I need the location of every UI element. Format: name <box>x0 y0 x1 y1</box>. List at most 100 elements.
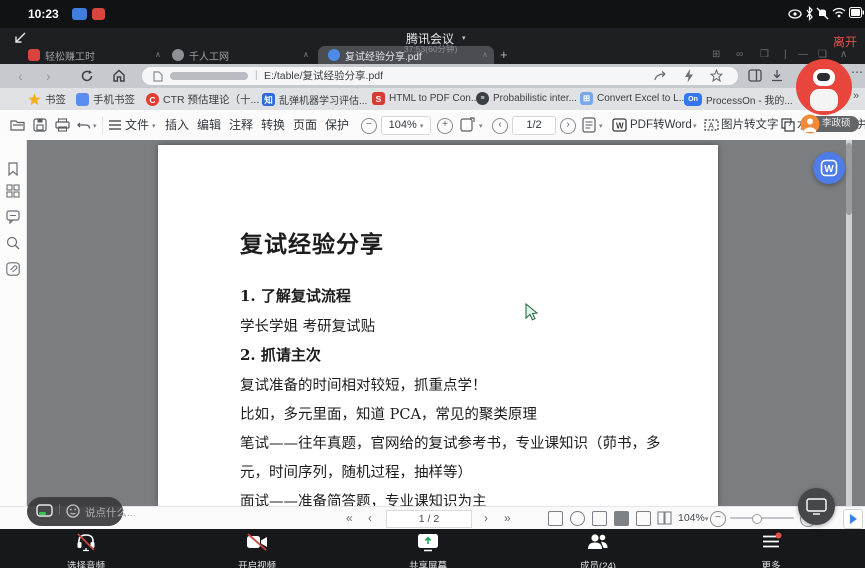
tab-split-icon[interactable]: ❐ <box>760 49 769 60</box>
download-icon[interactable] <box>770 69 784 83</box>
view-mode-icon[interactable] <box>582 117 596 133</box>
menu-file[interactable]: 文件 <box>125 110 149 140</box>
menu-edit[interactable]: 编辑 <box>197 110 221 140</box>
menu-insert[interactable]: 插入 <box>165 110 189 140</box>
actual-size-icon[interactable] <box>548 511 563 526</box>
fit-page-icon[interactable] <box>460 117 476 133</box>
pdf-to-word-icon: W <box>612 118 627 132</box>
search-panel-icon[interactable] <box>6 236 20 250</box>
tab-collapse-icon[interactable]: ∧ <box>840 49 847 60</box>
url-separator: | <box>255 67 258 85</box>
single-page-icon[interactable] <box>636 511 651 526</box>
floating-to-word-button[interactable]: W <box>813 152 845 184</box>
back-button[interactable]: ‹ <box>18 66 23 86</box>
meeting-chat-pill[interactable]: | 说点什么... <box>27 497 123 526</box>
bookmarks-bar: 书签 手机书签 C CTR 预估理论（十... 知 乱弹机器学习评估... S … <box>0 88 865 111</box>
browser-tab-1[interactable]: 轻松赚工时 <box>28 46 153 64</box>
next-page-button[interactable]: › <box>484 507 488 529</box>
thumbnails-panel-icon[interactable] <box>6 184 20 198</box>
url-field[interactable]: | E:/table/复试经验分享.pdf <box>142 67 738 85</box>
rotate-page-icon[interactable] <box>570 511 585 526</box>
prev-page-button[interactable]: ‹ <box>492 118 508 134</box>
emoji-icon[interactable] <box>66 504 80 518</box>
bookmark-item[interactable]: ≡ Probabilistic inter... <box>476 92 577 105</box>
print-icon[interactable] <box>55 118 70 132</box>
tab-loop-icon[interactable]: ∞ <box>736 49 743 60</box>
bookmark-item[interactable]: 知 乱弹机器学习评估... <box>262 92 367 107</box>
menu-comment[interactable]: 注释 <box>229 110 253 140</box>
menu-lines-icon <box>109 120 121 130</box>
avatar-visor <box>817 73 830 81</box>
browser-tab-2[interactable]: 千人工网 <box>172 46 300 64</box>
members-button[interactable]: 成员(24) <box>558 532 638 568</box>
bookmark-panel-icon[interactable] <box>6 162 20 176</box>
page-indicator[interactable]: 1 / 2 <box>386 510 472 528</box>
reading-mode-icon[interactable] <box>614 511 629 526</box>
menu-convert[interactable]: 转换 <box>261 110 285 140</box>
next-page-button[interactable]: › <box>560 118 576 134</box>
tab1-favicon <box>28 49 40 61</box>
last-page-button[interactable]: » <box>504 507 511 529</box>
file-icon <box>152 71 163 82</box>
bookmark-item[interactable]: 手机书签 <box>76 92 135 107</box>
menu-protect[interactable]: 保护 <box>325 110 349 140</box>
zoom-chevron-icon: ▾ <box>705 516 709 523</box>
zoom-level-box[interactable]: 104% ▾ <box>381 116 431 135</box>
undo-icon[interactable] <box>77 119 91 131</box>
zoom-slider-knob[interactable] <box>752 514 762 524</box>
zoom-out-button[interactable]: − <box>361 118 377 134</box>
phone-status-bar: 10:23 <box>0 0 865 28</box>
scrollbar-thumb[interactable] <box>846 143 852 215</box>
start-video-button[interactable]: 开启视频 <box>217 532 297 568</box>
sidebar-panel-icon[interactable] <box>748 69 762 83</box>
page-indicator-box[interactable]: 1/2 <box>512 116 556 135</box>
first-page-button[interactable]: « <box>346 507 353 529</box>
bookmarks-overflow-chevron[interactable]: » <box>853 90 859 102</box>
bookmark-star-icon[interactable] <box>710 69 723 82</box>
assistant-avatar[interactable] <box>796 59 852 115</box>
svg-text:W: W <box>824 164 834 175</box>
browser-menu-icon[interactable]: ⋯ <box>851 65 864 79</box>
reload-button[interactable] <box>80 69 94 83</box>
chat-divider: | <box>58 503 61 515</box>
zoom-out-button[interactable]: − <box>710 511 726 527</box>
bookmark-item[interactable]: C CTR 预估理论（十... <box>146 92 259 107</box>
new-tab-button[interactable]: + <box>500 47 508 62</box>
zoom-in-button[interactable]: + <box>437 118 453 134</box>
menu-file-chevron-icon: ▾ <box>152 122 156 130</box>
bluetooth-icon <box>805 6 814 21</box>
select-audio-button[interactable]: 选择音频 <box>46 532 126 568</box>
share-icon[interactable] <box>654 70 667 82</box>
cast-screen-button[interactable] <box>798 488 835 525</box>
save-icon[interactable] <box>33 118 47 132</box>
menu-page[interactable]: 页面 <box>293 110 317 140</box>
comments-panel-icon[interactable] <box>6 210 20 224</box>
leave-meeting-button[interactable]: 离开 <box>833 33 857 50</box>
zoom-slider-track[interactable] <box>730 517 794 519</box>
image-to-text-button[interactable]: 图片转文字 <box>721 110 779 140</box>
clock: 10:23 <box>28 7 59 21</box>
bookmark-item[interactable]: 书签 <box>28 92 66 107</box>
star-icon <box>28 93 41 106</box>
bookmark-item[interactable]: On ProcessOn - 我的... <box>684 92 793 107</box>
pdf-to-word-button[interactable]: PDF转Word <box>630 110 692 140</box>
two-page-icon[interactable] <box>657 511 672 525</box>
open-file-icon[interactable] <box>10 118 26 132</box>
tab-layout-icon[interactable]: ⊞ <box>712 49 720 60</box>
lightning-icon[interactable] <box>684 69 694 83</box>
more-button[interactable]: 更多 <box>731 532 811 568</box>
toolbar-more-chevron[interactable]: › <box>788 118 792 130</box>
bookmark-item[interactable]: S HTML to PDF Con... <box>372 92 479 105</box>
bookmark-item[interactable]: ⊞ Convert Excel to L... <box>580 92 687 105</box>
attachment-panel-icon[interactable] <box>6 262 20 276</box>
play-presentation-button[interactable] <box>843 509 863 529</box>
home-button[interactable] <box>112 68 126 83</box>
tab-minimize-icon[interactable]: — <box>798 49 808 60</box>
hand-tool-icon[interactable] <box>592 511 607 526</box>
prev-page-button[interactable]: ‹ <box>368 507 372 529</box>
divider <box>102 116 103 134</box>
forward-button[interactable]: › <box>46 66 51 86</box>
shrink-window-icon[interactable] <box>12 31 28 47</box>
zoom-level[interactable]: 104%▾ <box>678 512 708 524</box>
share-screen-button[interactable]: 共享屏幕 <box>388 532 468 568</box>
